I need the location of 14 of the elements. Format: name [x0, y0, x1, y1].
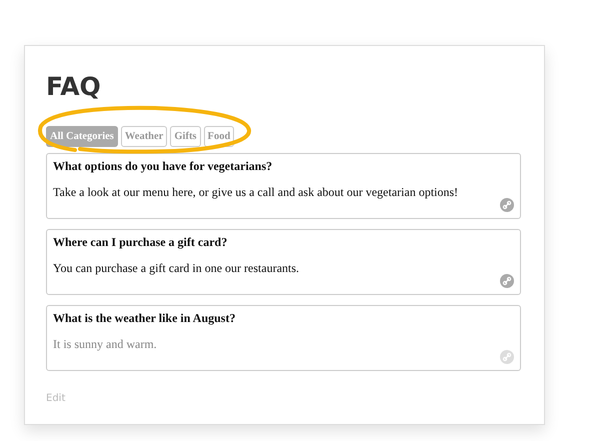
link-icon[interactable]: [500, 274, 514, 288]
faq-answer: It is sunny and warm.: [53, 337, 158, 352]
category-tab[interactable]: All Categories: [46, 126, 118, 147]
faq-question: Where can I purchase a gift card?: [53, 235, 228, 250]
page-title: FAQ: [46, 71, 102, 103]
edit-link[interactable]: Edit: [46, 393, 66, 404]
faq-question: What is the weather like in August?: [53, 311, 236, 326]
category-tab[interactable]: Gifts: [170, 126, 201, 147]
category-tab[interactable]: Weather: [120, 126, 168, 147]
faq-answer: You can purchase a gift card in one our restaurants.: [53, 261, 300, 276]
faq-answer: Take a look at our menu here, or give us a call and ask about our vegetarian options!: [53, 185, 460, 200]
link-icon[interactable]: [500, 198, 514, 212]
link-icon[interactable]: [500, 350, 514, 364]
faq-question: What options do you have for vegetarians?: [53, 159, 274, 174]
